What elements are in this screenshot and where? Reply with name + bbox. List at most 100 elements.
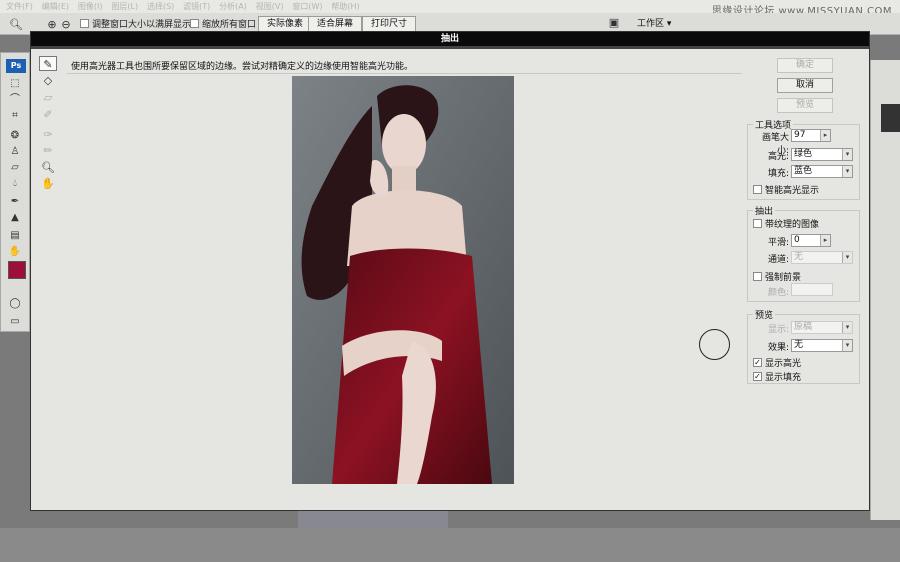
ok-button[interactable]: 确定: [777, 58, 833, 73]
stamp-tool-icon[interactable]: ♙: [8, 145, 22, 159]
menu-image[interactable]: 图像(I): [78, 0, 103, 13]
status-area: [0, 528, 900, 562]
show-highlight-label: 显示高光: [765, 359, 802, 369]
path-select-icon[interactable]: ▲: [8, 211, 22, 225]
toolbox: Ps ⬚ ⌒ ⌗ ❂ ♙ ▱ 💧︎ ✒ ▲ ▤ ✋ ◯ ▭: [0, 52, 30, 332]
fit-screen-button[interactable]: 适合屏幕: [308, 16, 363, 32]
notes-tool-icon[interactable]: ▤: [8, 229, 22, 243]
portrait-photo: [292, 76, 514, 484]
marquee-tool-icon[interactable]: ⬚: [8, 77, 22, 91]
print-size-button[interactable]: 打印尺寸: [362, 16, 417, 32]
ps-logo: Ps: [6, 59, 26, 73]
checkmark-icon: ✓: [753, 358, 762, 367]
blur-tool-icon[interactable]: 💧︎: [8, 177, 22, 191]
zoom-out-icon[interactable]: ⊖: [58, 16, 74, 32]
brush-size-value: 97: [794, 130, 806, 140]
force-foreground-checkbox[interactable]: 强制前景: [753, 270, 801, 283]
smart-highlight-checkbox[interactable]: 智能高光显示: [753, 183, 819, 196]
smooth-field[interactable]: 0 ▸: [791, 234, 831, 247]
preview-button[interactable]: 预览: [777, 98, 833, 113]
show-label: 显示:: [767, 325, 789, 335]
menu-analysis[interactable]: 分析(A): [219, 0, 247, 13]
highlight-color-value: 绿色: [794, 149, 813, 159]
foreground-color-swatch[interactable]: [8, 261, 26, 279]
hand-icon[interactable]: ✋: [39, 176, 57, 191]
smooth-label: 平滑:: [767, 238, 789, 248]
effect-select[interactable]: 无 ▾: [791, 339, 853, 352]
highlight-color-select[interactable]: 绿色 ▾: [791, 148, 853, 161]
cancel-button[interactable]: 取消: [777, 78, 833, 93]
force-color-swatch[interactable]: [791, 283, 833, 296]
crop-tool-icon[interactable]: ⌗: [8, 109, 22, 123]
zoom-tool-icon[interactable]: 🔍︎: [8, 16, 24, 32]
checkmark-icon: ✓: [753, 372, 762, 381]
preview-canvas[interactable]: [292, 76, 514, 484]
panel-swatch: [881, 104, 900, 132]
channel-label: 通道:: [767, 255, 789, 265]
document-canvas-peek: [298, 508, 448, 528]
color-label: 颜色:: [767, 288, 789, 298]
instruction-divider: [67, 73, 742, 74]
channel-select[interactable]: 无 ▾: [791, 251, 853, 264]
menu-view[interactable]: 视图(V): [256, 0, 284, 13]
fill-label: 填充:: [767, 169, 789, 179]
highlight-label: 高光:: [767, 152, 789, 162]
instruction-text: 使用高光器工具也围所要保留区域的边缘。尝试对精确定义的边缘使用智能高光功能。: [71, 62, 414, 72]
chevron-down-icon: ▾: [842, 322, 852, 333]
menu-window[interactable]: 窗口(W): [292, 0, 322, 13]
lasso-tool-icon[interactable]: ⌒: [8, 93, 22, 107]
effect-value: 无: [794, 340, 804, 350]
edge-touchup-icon[interactable]: ✏: [39, 143, 57, 158]
cleanup-tool-icon[interactable]: ✑: [39, 127, 57, 142]
dialog-title-shadow: [31, 46, 869, 49]
textured-image-label: 带纹理的图像: [765, 220, 820, 230]
zoom-all-checkbox[interactable]: 缩放所有窗口: [190, 17, 256, 30]
extract-dialog: 抽出 ✎ ◇ ▱ ✐ ✑ ✏ 🔍︎ ✋ 使用高光器工具也围所要保留区域的边缘。尝…: [30, 31, 870, 511]
workspace-menu[interactable]: 工作区 ▾: [632, 16, 676, 32]
healing-tool-icon[interactable]: ❂: [8, 129, 22, 143]
fill-color-value: 蓝色: [794, 166, 813, 176]
show-value: 原稿: [794, 322, 813, 332]
edge-highlighter-icon[interactable]: ✎: [39, 56, 57, 71]
actual-pixels-button[interactable]: 实际像素: [258, 16, 313, 32]
chevron-down-icon: ▾: [842, 252, 852, 263]
menu-filter[interactable]: 滤镜(T): [183, 0, 210, 13]
resize-windows-label: 调整窗口大小以满屏显示: [92, 20, 192, 30]
screen-mode-icon[interactable]: ▭: [8, 315, 22, 329]
quick-mask-icon[interactable]: ◯: [8, 297, 22, 311]
chevron-down-icon: ▾: [842, 166, 852, 177]
eraser-tool-icon[interactable]: ▱: [8, 161, 22, 175]
force-foreground-label: 强制前景: [765, 273, 802, 283]
eyedropper-icon[interactable]: ✐: [39, 107, 57, 122]
eraser-icon[interactable]: ▱: [39, 90, 57, 105]
menu-file[interactable]: 文件(F): [6, 0, 33, 13]
channel-value: 无: [794, 252, 804, 262]
show-highlight-checkbox[interactable]: ✓ 显示高光: [753, 356, 801, 369]
extraction-title: 抽出: [753, 204, 776, 217]
menu-select[interactable]: 选择(S): [147, 0, 174, 13]
show-select[interactable]: 原稿 ▾: [791, 321, 853, 334]
menu-help[interactable]: 帮助(H): [331, 0, 359, 13]
preview-title: 预览: [753, 308, 776, 321]
brush-size-slider-icon[interactable]: ▸: [820, 130, 830, 141]
hand-tool-icon[interactable]: ✋: [8, 245, 22, 259]
chevron-down-icon: ▾: [842, 149, 852, 160]
effect-label: 效果:: [767, 343, 789, 353]
panels-dock: [870, 60, 900, 520]
dialog-title: 抽出: [31, 32, 869, 46]
menu-layer[interactable]: 图层(L): [111, 0, 138, 13]
show-fill-checkbox[interactable]: ✓ 显示填充: [753, 370, 801, 383]
resize-windows-checkbox[interactable]: 调整窗口大小以满屏显示: [80, 17, 191, 30]
zoom-all-label: 缩放所有窗口: [202, 20, 257, 30]
textured-image-checkbox[interactable]: 带纹理的图像: [753, 217, 819, 230]
smooth-slider-icon[interactable]: ▸: [820, 235, 830, 246]
zoom-icon[interactable]: 🔍︎: [39, 160, 57, 175]
brush-size-field[interactable]: 97 ▸: [791, 129, 831, 142]
fill-color-select[interactable]: 蓝色 ▾: [791, 165, 853, 178]
menu-edit[interactable]: 编辑(E): [42, 0, 69, 13]
fill-bucket-icon[interactable]: ◇: [39, 73, 57, 88]
smart-highlight-label: 智能高光显示: [765, 186, 820, 196]
pen-tool-icon[interactable]: ✒: [8, 195, 22, 209]
show-fill-label: 显示填充: [765, 373, 802, 383]
workspace-icon[interactable]: ▣: [606, 16, 622, 32]
